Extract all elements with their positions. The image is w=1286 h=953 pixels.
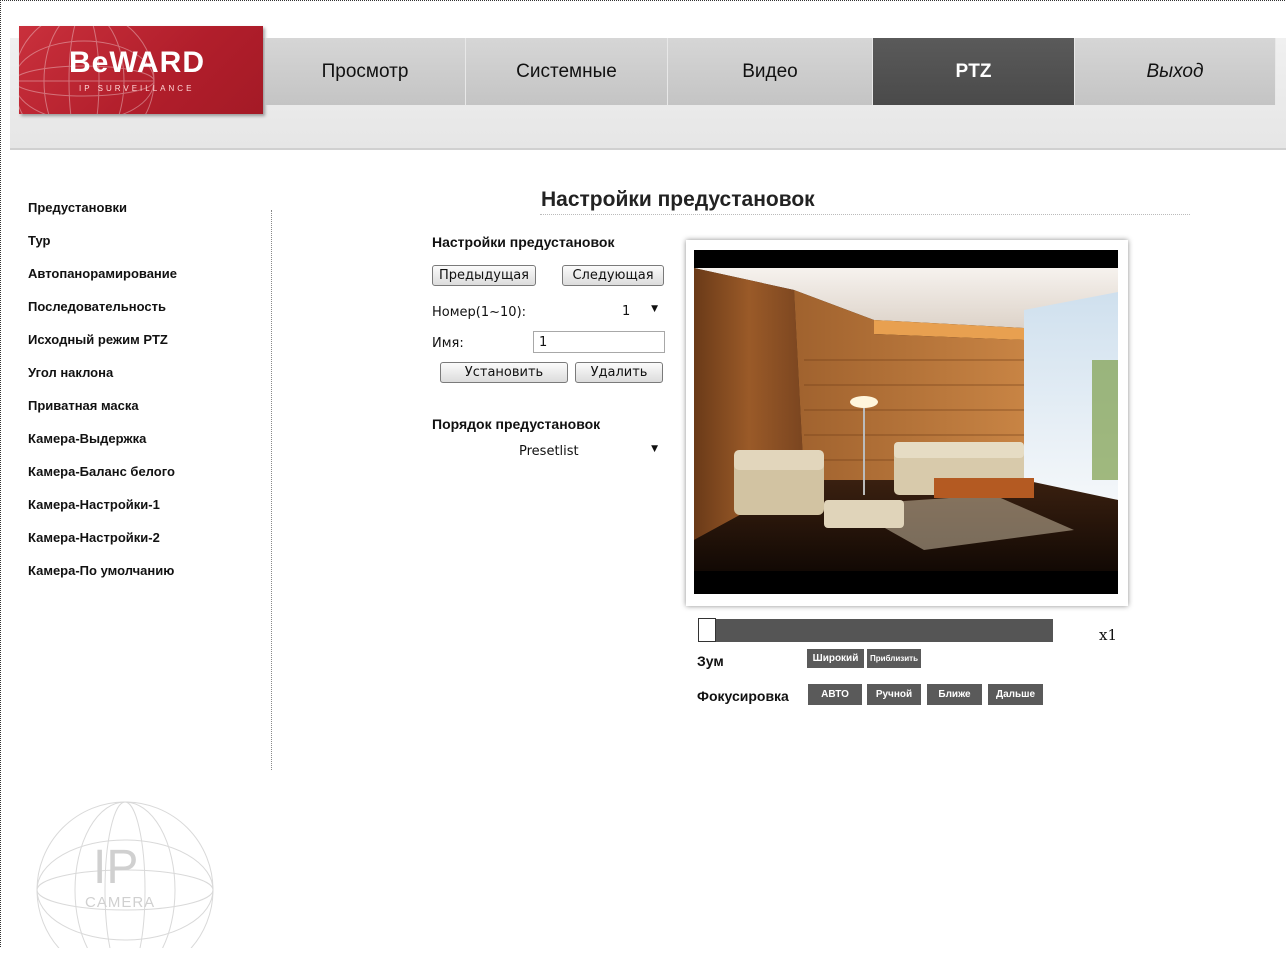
zoom-label: Зум [697,653,724,669]
preset-number-value: 1 [622,303,631,319]
nav-view[interactable]: Просмотр [265,38,466,105]
preset-order-title: Порядок предустановок [432,416,601,432]
next-preset-button[interactable]: Следующая [562,265,664,286]
preset-name-label: Имя: [432,336,464,351]
nav-ptz[interactable]: PTZ [873,38,1075,105]
focus-far-button[interactable]: Дальше [988,684,1043,705]
video-frame-image [694,268,1118,571]
page-title: Настройки предустановок [541,188,815,211]
sidebar-item-camera-settings-2[interactable]: Камера-Настройки-2 [28,526,268,559]
chevron-down-icon: ▼ [651,444,658,454]
sidebar: Предустановки Тур Автопанорамирование По… [28,196,268,592]
preset-settings-title: Настройки предустановок [432,234,615,250]
previous-preset-button[interactable]: Предыдущая [432,265,536,286]
beward-logo[interactable]: BeWARD IP SURVEILLANCE [19,26,263,114]
nav-video[interactable]: Видео [668,38,873,105]
preset-number-select[interactable]: 1 ▼ [612,300,664,322]
zoom-tele-button[interactable]: Приблизить [867,649,921,668]
sidebar-item-presets[interactable]: Предустановки [28,196,268,229]
camera-video-stream[interactable] [694,250,1118,594]
preset-order-select[interactable]: Presetlist ▼ [514,440,664,462]
sidebar-item-camera-settings-1[interactable]: Камера-Настройки-1 [28,493,268,526]
sidebar-item-autopan[interactable]: Автопанорамирование [28,262,268,295]
sidebar-divider [271,210,272,770]
sidebar-item-ptz-home[interactable]: Исходный режим PTZ [28,328,268,361]
nav-system[interactable]: Системные [466,38,668,105]
delete-preset-button[interactable]: Удалить [575,362,663,383]
preset-order-value: Presetlist [519,443,579,459]
sidebar-item-tour[interactable]: Тур [28,229,268,262]
title-divider [540,214,1190,215]
focus-auto-button[interactable]: АВТО [808,684,862,705]
ip-camera-watermark: IP CAMERA [35,800,215,953]
watermark-ip-text: IP [93,841,139,894]
chevron-down-icon: ▼ [651,304,658,314]
sidebar-item-camera-exposure[interactable]: Камера-Выдержка [28,427,268,460]
sidebar-item-camera-white-balance[interactable]: Камера-Баланс белого [28,460,268,493]
preset-name-input[interactable]: 1 [533,331,665,353]
zoom-wide-button[interactable]: Широкий [807,649,864,668]
sidebar-item-sequence[interactable]: Последовательность [28,295,268,328]
sidebar-item-privacy-mask[interactable]: Приватная маска [28,394,268,427]
sidebar-item-camera-default[interactable]: Камера-По умолчанию [28,559,268,592]
nav-exit[interactable]: Выход [1075,38,1276,105]
main-nav: Просмотр Системные Видео PTZ Выход [265,38,1276,105]
video-preview-frame [686,240,1128,606]
zoom-slider-handle[interactable] [698,618,716,642]
zoom-slider-track[interactable] [698,619,1053,642]
focus-manual-button[interactable]: Ручной [867,684,921,705]
logo-text: BeWARD [69,46,206,79]
set-preset-button[interactable]: Установить [440,362,568,383]
sidebar-item-tilt-angle[interactable]: Угол наклона [28,361,268,394]
focus-near-button[interactable]: Ближе [927,684,982,705]
preset-number-label: Номер(1~10): [432,305,527,320]
zoom-level-readout: x1 [1099,626,1118,644]
focus-label: Фокусировка [697,688,789,704]
logo-subtitle: IP SURVEILLANCE [79,84,195,93]
watermark-camera-text: CAMERA [85,894,156,911]
